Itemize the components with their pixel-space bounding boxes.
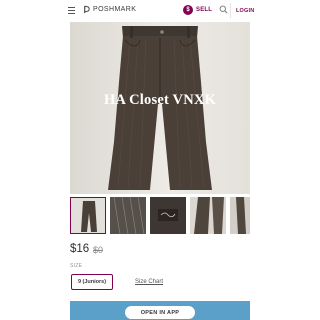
top-nav-bar: POSHMARK $ SELL LOGIN [62,0,258,22]
original-price: $0 [93,245,104,255]
thumbnail-2[interactable] [110,197,146,234]
sell-badge-icon: $ [183,5,193,15]
menu-icon[interactable] [68,7,75,14]
login-link[interactable]: LOGIN [236,8,254,14]
thumbnail-5[interactable] [230,197,250,234]
open-in-app-button[interactable]: OPEN IN APP [125,306,195,319]
thumbnail-strip [70,197,250,235]
size-label: SIZE [70,263,83,269]
sell-label: SELL [196,7,213,13]
thumbnail-3[interactable] [150,197,186,234]
seller-watermark: HA Closet VNXK [103,92,217,108]
brand-name[interactable]: POSHMARK [93,6,136,13]
header-divider [230,3,231,18]
size-chip[interactable]: 9 (Juniors) [71,274,113,290]
main-product-photo[interactable]: HA Closet VNXK [70,22,250,194]
thumbnail-1[interactable] [70,197,106,234]
price: $16 [70,243,90,255]
poshmark-logo-icon[interactable] [82,5,91,14]
sell-button[interactable]: $ SELL [183,4,212,16]
search-icon[interactable] [219,5,228,14]
thumbnail-4[interactable] [190,197,226,234]
size-chart-link[interactable]: Size Chart [135,279,163,285]
